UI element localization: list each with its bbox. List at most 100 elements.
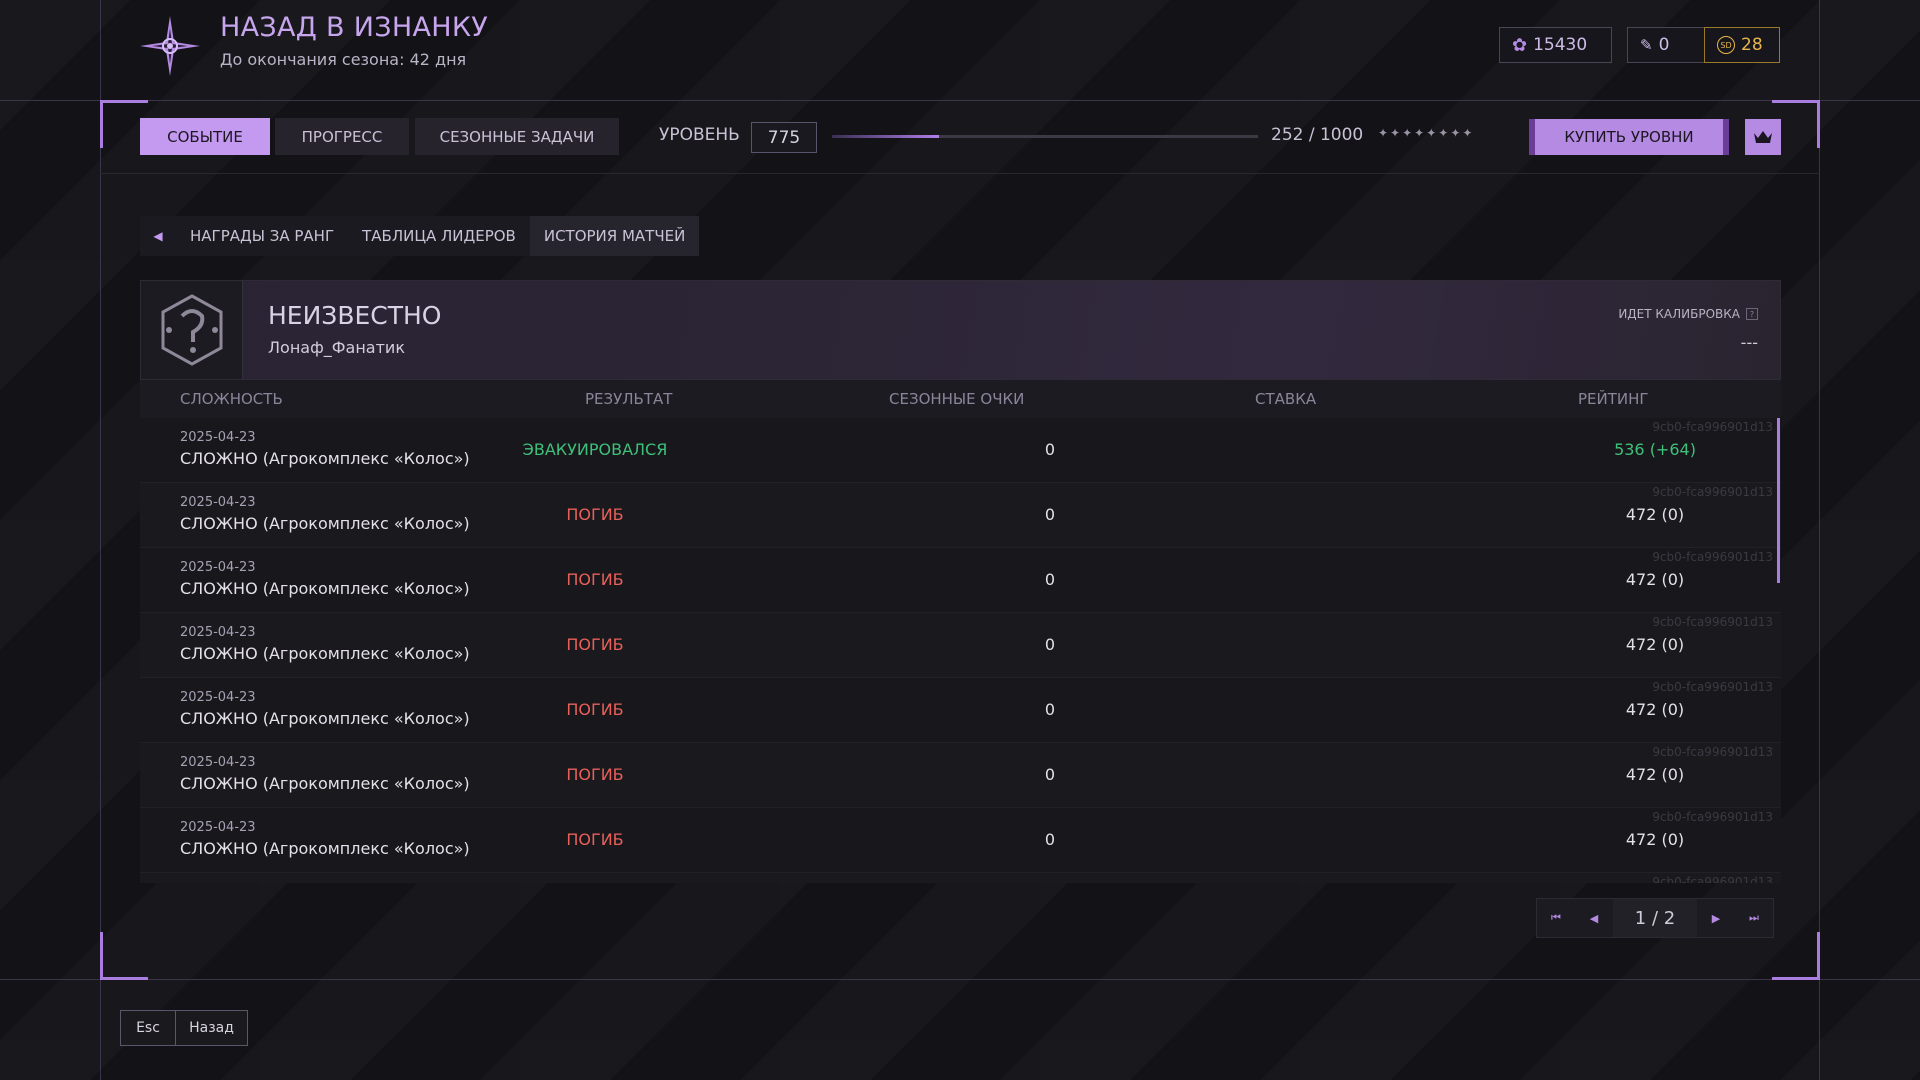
match-difficulty: СЛОЖНО (Агрокомплекс «Колос») bbox=[180, 449, 470, 468]
match-id: 9cb0-fca996901d13 bbox=[1652, 615, 1773, 629]
match-date: 2025-04-23 bbox=[180, 755, 256, 770]
match-rating: 472 (0) bbox=[1625, 830, 1685, 849]
col-rating: РЕЙТИНГ bbox=[1578, 390, 1649, 408]
match-difficulty: СЛОЖНО (Агрокомплекс «Колос») bbox=[180, 514, 470, 533]
match-rating: 472 (0) bbox=[1625, 700, 1685, 719]
match-id: 9cb0-fca996901d13 bbox=[1652, 680, 1773, 694]
calibration-status: ИДЕТ КАЛИБРОВКА ? bbox=[1618, 307, 1758, 321]
match-difficulty: СЛОЖНО (Агрокомплекс «Колос») bbox=[180, 839, 470, 858]
subtab-back-button[interactable]: ◀ bbox=[140, 216, 176, 256]
calibration-value: --- bbox=[1740, 333, 1758, 352]
match-season-points: 0 bbox=[1044, 765, 1056, 784]
match-id: 9cb0-fca996901d13 bbox=[1652, 745, 1773, 759]
unknown-rank-icon bbox=[141, 281, 243, 379]
crown-icon bbox=[1754, 131, 1772, 143]
tab-progress[interactable]: ПРОГРЕСС bbox=[275, 118, 409, 155]
last-page-button[interactable]: ⏭ bbox=[1735, 899, 1773, 937]
sd-coin-icon: SD bbox=[1717, 36, 1735, 54]
match-id: 9cb0-fca996901d13 bbox=[1652, 810, 1773, 824]
subtab-bar: ◀ НАГРАДЫ ЗА РАНГ ТАБЛИЦА ЛИДЕРОВ ИСТОРИ… bbox=[140, 216, 700, 256]
match-season-points: 0 bbox=[1044, 440, 1056, 459]
subtab-leaderboard[interactable]: ТАБЛИЦА ЛИДЕРОВ bbox=[348, 216, 530, 256]
player-name: Лонаф_Фанатик bbox=[268, 338, 405, 357]
back-button[interactable]: Назад bbox=[176, 1010, 248, 1046]
currency-value: 15430 bbox=[1533, 35, 1588, 55]
table-row: 9cb0-fca996901d13 2025-04-23 СЛОЖНО (Агрок… bbox=[140, 678, 1781, 743]
player-rank-panel: НЕИЗВЕСТНО Лонаф_Фанатик ИДЕТ КАЛИБРОВКА… bbox=[140, 280, 1781, 380]
table-row: 9cb0-fca996901d13 bbox=[140, 873, 1781, 883]
match-result: ПОГИБ bbox=[566, 830, 624, 849]
match-result: ПОГИБ bbox=[566, 570, 624, 589]
buy-levels-button[interactable]: КУПИТЬ УРОВНИ bbox=[1529, 119, 1729, 155]
rank-name: НЕИЗВЕСТНО bbox=[268, 301, 442, 330]
match-rating: 536 (+64) bbox=[1614, 440, 1696, 459]
match-rating: 472 (0) bbox=[1625, 635, 1685, 654]
skip-end-icon: ⏭ bbox=[1749, 911, 1759, 924]
table-row: 9cb0-fca996901d13 2025-04-23 СЛОЖНО (Агрок… bbox=[140, 418, 1781, 483]
level-progress-fill bbox=[832, 135, 940, 138]
table-row: 9cb0-fca996901d13 2025-04-23 СЛОЖНО (Агрок… bbox=[140, 483, 1781, 548]
frame-line-left bbox=[100, 0, 101, 1080]
table-row: 9cb0-fca996901d13 2025-04-23 СЛОЖНО (Агрок… bbox=[140, 808, 1781, 873]
match-id: 9cb0-fca996901d13 bbox=[1652, 875, 1773, 883]
col-season-points: СЕЗОННЫЕ ОЧКИ bbox=[889, 390, 1025, 408]
subtab-rank-rewards[interactable]: НАГРАДЫ ЗА РАНГ bbox=[176, 216, 348, 256]
frame-line-right bbox=[1819, 0, 1820, 1080]
match-result: ЭВАКУИРОВАЛСЯ bbox=[522, 440, 668, 459]
match-result: ПОГИБ bbox=[566, 635, 624, 654]
back-control[interactable]: Esc Назад bbox=[120, 1010, 248, 1046]
frame-corner-br bbox=[1772, 932, 1820, 980]
page-indicator: 1 / 2 bbox=[1613, 899, 1697, 937]
pagination: ⏮ ◀ 1 / 2 ▶ ⏭ bbox=[1536, 898, 1774, 938]
match-result: ПОГИБ bbox=[566, 765, 624, 784]
match-id: 9cb0-fca996901d13 bbox=[1652, 550, 1773, 564]
frame-line-bottom bbox=[0, 979, 1920, 980]
match-season-points: 0 bbox=[1044, 505, 1056, 524]
col-difficulty: СЛОЖНОСТЬ bbox=[180, 390, 283, 408]
next-page-button[interactable]: ▶ bbox=[1697, 899, 1735, 937]
caret-left-icon: ◀ bbox=[1589, 911, 1599, 925]
currency-value: 28 bbox=[1741, 35, 1763, 55]
table-row: 9cb0-fca996901d13 2025-04-23 СЛОЖНО (Агрок… bbox=[140, 548, 1781, 613]
col-bet: СТАВКА bbox=[1255, 390, 1317, 408]
skip-start-icon: ⏮ bbox=[1551, 911, 1561, 924]
match-table-body: 9cb0-fca996901d13 2025-04-23 СЛОЖНО (Агрок… bbox=[140, 418, 1781, 883]
match-date: 2025-04-23 bbox=[180, 690, 256, 705]
premium-button[interactable] bbox=[1745, 119, 1781, 155]
match-rating: 472 (0) bbox=[1625, 505, 1685, 524]
esc-key-hint[interactable]: Esc bbox=[120, 1010, 176, 1046]
match-result: ПОГИБ bbox=[566, 700, 624, 719]
level-progress-bar bbox=[832, 135, 1258, 138]
level-progress-text: 252 / 1000 bbox=[1271, 125, 1364, 145]
table-scrollbar[interactable] bbox=[1777, 418, 1780, 583]
progress-stars-icon: ✦✦✦✦✦✦✦✦ bbox=[1378, 126, 1475, 140]
match-date: 2025-04-23 bbox=[180, 430, 256, 445]
frame-line-top bbox=[0, 100, 1920, 101]
currency-flowers: ✿ 15430 bbox=[1499, 27, 1612, 63]
caret-right-icon: ▶ bbox=[1711, 911, 1721, 925]
subtab-match-history[interactable]: ИСТОРИЯ МАТЧЕЙ bbox=[529, 216, 700, 256]
tab-event[interactable]: СОБЫТИЕ bbox=[140, 118, 270, 155]
frame-corner-bl bbox=[100, 932, 148, 980]
match-id: 9cb0-fca996901d13 bbox=[1652, 420, 1773, 434]
match-date: 2025-04-23 bbox=[180, 820, 256, 835]
tab-season-tasks[interactable]: СЕЗОННЫЕ ЗАДАЧИ bbox=[415, 118, 619, 155]
season-countdown: До окончания сезона: 42 дня bbox=[220, 50, 467, 69]
match-table-header: СЛОЖНОСТЬ РЕЗУЛЬТАТ СЕЗОННЫЕ ОЧКИ СТАВКА… bbox=[140, 380, 1781, 418]
caret-left-icon: ◀ bbox=[153, 229, 163, 243]
match-season-points: 0 bbox=[1044, 700, 1056, 719]
match-season-points: 0 bbox=[1044, 570, 1056, 589]
prev-page-button[interactable]: ◀ bbox=[1575, 899, 1613, 937]
table-row: 9cb0-fca996901d13 2025-04-23 СЛОЖНО (Агрок… bbox=[140, 613, 1781, 678]
match-season-points: 0 bbox=[1044, 830, 1056, 849]
help-icon[interactable]: ? bbox=[1746, 308, 1758, 320]
col-result: РЕЗУЛЬТАТ bbox=[585, 390, 673, 408]
match-rating: 472 (0) bbox=[1625, 765, 1685, 784]
match-difficulty: СЛОЖНО (Агрокомплекс «Колос») bbox=[180, 709, 470, 728]
currency-value: 0 bbox=[1658, 35, 1670, 55]
match-season-points: 0 bbox=[1044, 635, 1056, 654]
match-difficulty: СЛОЖНО (Агрокомплекс «Колос») bbox=[180, 644, 470, 663]
match-result: ПОГИБ bbox=[566, 505, 624, 524]
table-row: 9cb0-fca996901d13 2025-04-23 СЛОЖНО (Агрок… bbox=[140, 743, 1781, 808]
first-page-button[interactable]: ⏮ bbox=[1537, 899, 1575, 937]
